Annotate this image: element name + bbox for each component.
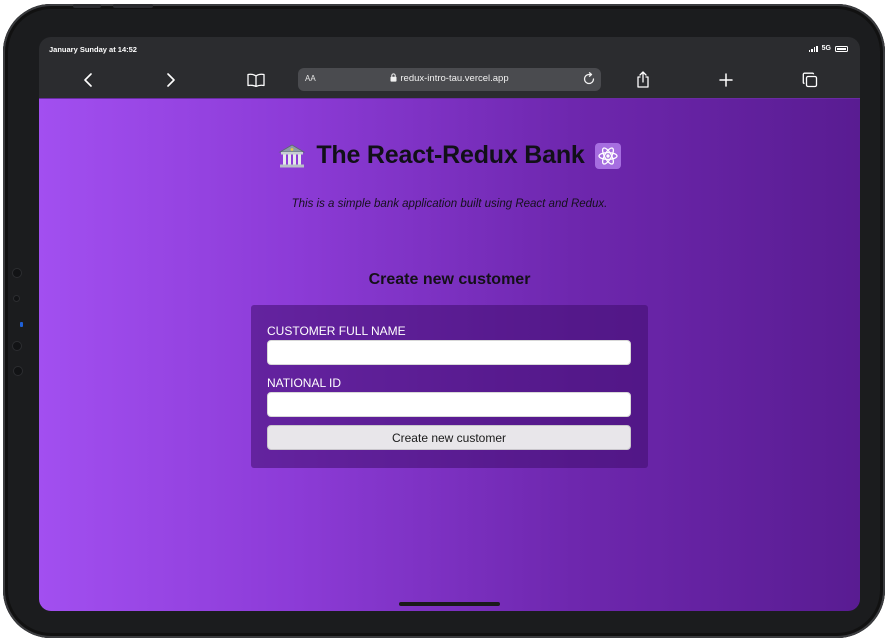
national-id-input[interactable] [267,392,631,417]
battery-icon [835,45,848,52]
top-button-secondary [73,4,101,8]
web-page: The React-Redux Bank This is a simple ba… [39,98,860,611]
sensor-dot [14,367,22,375]
forward-icon[interactable] [156,61,186,98]
page-subtitle: This is a simple bank application built … [291,198,608,210]
address-bar[interactable]: AA redux-intro-tau.vercel.app [298,68,601,91]
url-text: redux-intro-tau.vercel.app [400,73,509,84]
sensor-dot [13,342,21,350]
bank-icon [278,144,306,167]
home-indicator[interactable] [399,602,500,606]
status-indicators: 5G [808,45,848,52]
bookmarks-icon[interactable] [241,61,271,98]
share-icon[interactable] [628,61,658,98]
back-icon[interactable] [73,61,103,98]
status-time: January Sunday at 14:52 [49,45,137,54]
browser-toolbar: AA redux-intro-tau.vercel.app [39,61,860,98]
top-button [113,4,153,8]
national-id-label: NATIONAL ID [267,376,342,390]
page-title: The React-Redux Bank [316,141,585,169]
create-customer-button[interactable]: Create new customer [267,425,631,450]
full-name-label: CUSTOMER FULL NAME [267,324,406,338]
sensor-dot [13,269,21,277]
lock-icon [390,73,397,82]
network-label: 5G [821,45,831,52]
title-row: The React-Redux Bank [39,141,860,170]
full-name-input[interactable] [267,340,631,365]
signal-icon [808,45,818,52]
tabs-icon[interactable] [795,61,825,98]
create-customer-form: CUSTOMER FULL NAME NATIONAL ID Create ne… [251,305,648,468]
new-tab-icon[interactable] [711,61,741,98]
section-title: Create new customer [368,271,531,288]
atom-icon [594,142,621,169]
screen: January Sunday at 14:52 5G AA redux-intr… [39,37,860,611]
url-display[interactable]: redux-intro-tau.vercel.app [298,73,601,84]
reload-icon[interactable] [582,72,596,86]
status-bar: January Sunday at 14:52 5G [39,37,860,61]
camera-indicator [20,322,23,327]
tablet-frame: January Sunday at 14:52 5G AA redux-intr… [3,4,885,638]
sensor-dot [14,296,19,301]
